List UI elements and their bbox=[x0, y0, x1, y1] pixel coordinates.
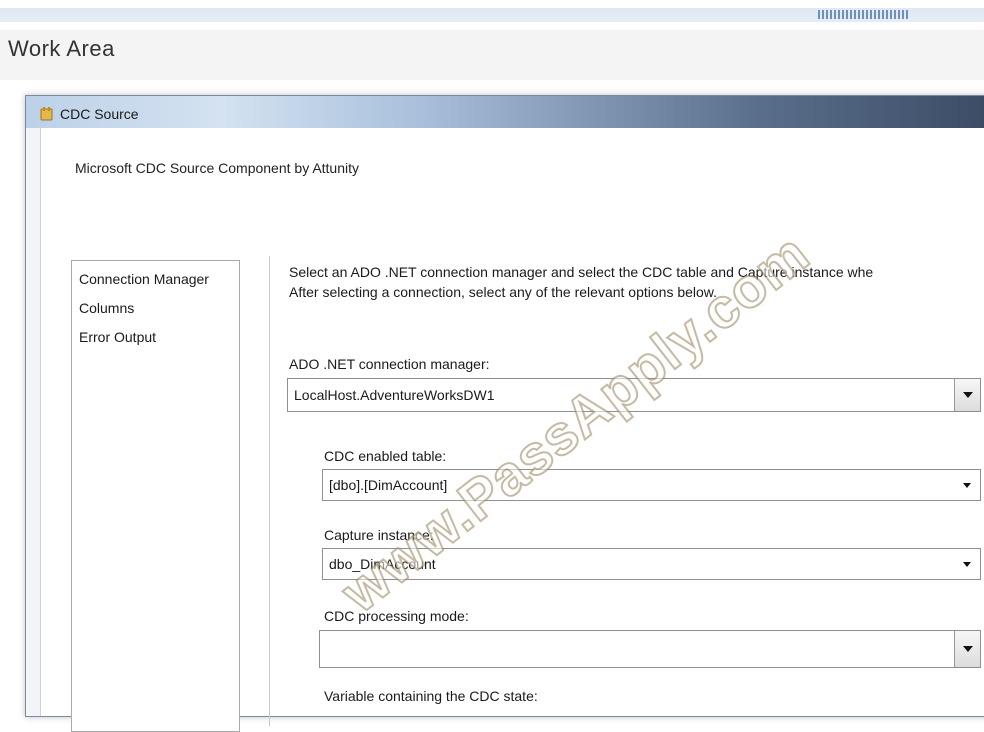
work-area-title: Work Area bbox=[8, 36, 115, 61]
connection-manager-value: LocalHost.AdventureWorksDW1 bbox=[294, 387, 495, 403]
description-line-1: Select an ADO .NET connection manager an… bbox=[289, 264, 874, 280]
connection-manager-select[interactable]: LocalHost.AdventureWorksDW1 bbox=[287, 378, 981, 412]
nav-item-connection-manager[interactable]: Connection Manager bbox=[79, 267, 239, 291]
nav-item-columns[interactable]: Columns bbox=[79, 296, 239, 320]
processing-mode-label: CDC processing mode: bbox=[324, 608, 469, 624]
cdc-table-value: [dbo].[DimAccount] bbox=[329, 477, 448, 493]
connection-manager-dropdown-button[interactable] bbox=[954, 379, 980, 411]
chevron-down-icon bbox=[963, 561, 971, 567]
cdc-table-label: CDC enabled table: bbox=[324, 448, 447, 464]
capture-instance-dropdown-button[interactable] bbox=[954, 549, 980, 579]
state-variable-label: Variable containing the CDC state: bbox=[324, 688, 538, 704]
chevron-down-icon bbox=[962, 646, 973, 652]
panel-divider bbox=[269, 256, 270, 726]
toolbar-dots bbox=[818, 10, 910, 19]
description-line-2: After selecting a connection, select any… bbox=[289, 284, 718, 300]
top-toolbar bbox=[0, 0, 984, 30]
dialog-body: Microsoft CDC Source Component by Attuni… bbox=[40, 128, 984, 732]
nav-list: Connection Manager Columns Error Output bbox=[71, 260, 240, 732]
cdc-source-icon bbox=[40, 107, 53, 121]
processing-mode-select[interactable] bbox=[319, 630, 981, 668]
processing-mode-dropdown-button[interactable] bbox=[954, 631, 980, 667]
chevron-down-icon bbox=[963, 482, 971, 488]
cdc-table-dropdown-button[interactable] bbox=[954, 470, 980, 500]
dialog-titlebar[interactable]: CDC Source bbox=[26, 96, 984, 128]
work-area-panel: Work Area bbox=[0, 30, 984, 80]
nav-item-error-output[interactable]: Error Output bbox=[79, 325, 239, 349]
capture-instance-value: dbo_DimAccount bbox=[329, 556, 436, 572]
dialog-title: CDC Source bbox=[60, 106, 139, 122]
description-text: Select an ADO .NET connection manager an… bbox=[289, 262, 873, 302]
capture-instance-select[interactable]: dbo_DimAccount bbox=[322, 548, 981, 580]
cdc-table-select[interactable]: [dbo].[DimAccount] bbox=[322, 469, 981, 501]
chevron-down-icon bbox=[962, 392, 973, 398]
capture-instance-label: Capture instance: bbox=[324, 527, 434, 543]
dialog-subtitle: Microsoft CDC Source Component by Attuni… bbox=[75, 160, 360, 176]
connection-manager-label: ADO .NET connection manager: bbox=[289, 356, 490, 372]
cdc-source-dialog: CDC Source Microsoft CDC Source Componen… bbox=[25, 95, 984, 732]
